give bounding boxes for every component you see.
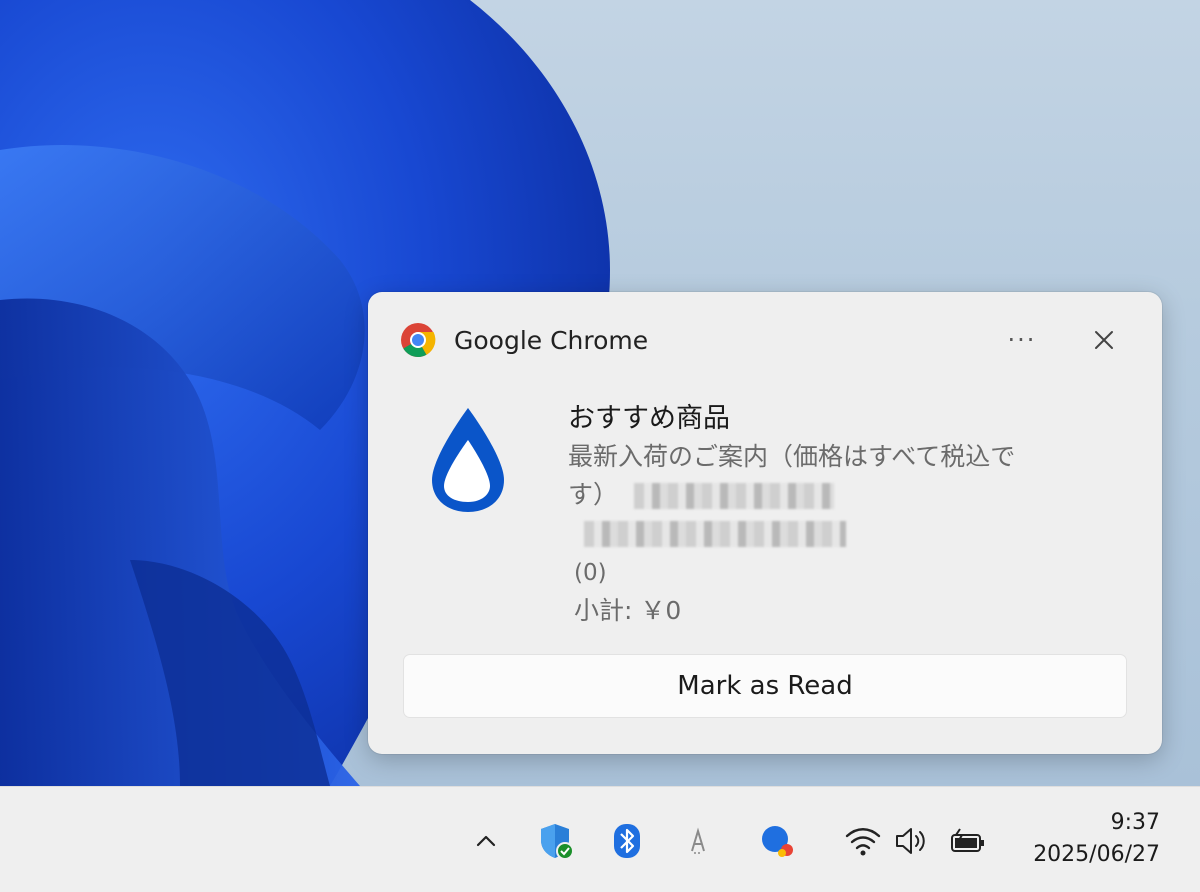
tray-battery[interactable] — [948, 821, 988, 861]
tray-bluetooth[interactable] — [607, 821, 647, 861]
cart-count: (0) — [574, 560, 607, 586]
battery-icon — [951, 828, 984, 852]
wifi-icon — [845, 828, 881, 856]
app-name: Google Chrome — [454, 325, 649, 355]
more-options-icon: ··· — [1007, 326, 1037, 354]
clock-date: 2025/06/27 — [1033, 842, 1160, 867]
volume-icon — [896, 828, 925, 854]
close-icon — [1095, 331, 1113, 349]
tray-app-status[interactable] — [758, 821, 798, 861]
ime-icon — [691, 827, 705, 854]
notification-message-line2-text: す） — [568, 480, 619, 509]
clock-time: 9:37 — [1110, 810, 1160, 835]
more-options-button[interactable]: ··· — [1002, 320, 1042, 360]
bluetooth-icon — [614, 824, 640, 858]
show-hidden-icons-button[interactable] — [466, 821, 506, 861]
notification-header: Google Chrome — [400, 322, 648, 358]
redacted-text — [584, 521, 846, 547]
chevron-up-icon — [476, 835, 496, 847]
taskbar-clock[interactable]: 9:37 2025/06/27 — [1000, 807, 1160, 871]
water-drop-icon — [432, 408, 504, 512]
close-button[interactable] — [1084, 320, 1124, 360]
notification-message-line2: す） — [568, 476, 1108, 552]
tray-volume[interactable] — [893, 821, 933, 861]
app-status-icon — [762, 826, 793, 857]
chrome-icon — [401, 323, 436, 357]
tray-ime[interactable] — [678, 821, 718, 861]
notification-message-line1: 最新入荷のご案内（価格はすべて税込で — [568, 442, 1016, 471]
tray-network[interactable] — [843, 821, 883, 861]
chrome-notification[interactable]: Google Chrome ··· おすすめ商品 最新入荷のご案内（価格はすべて… — [368, 292, 1162, 754]
taskbar: 9:37 2025/06/27 — [0, 786, 1200, 892]
tray-windows-security[interactable] — [537, 821, 577, 861]
windows-security-icon — [541, 824, 574, 860]
redacted-text — [634, 483, 835, 509]
notification-body: おすすめ商品 最新入荷のご案内（価格はすべて税込で す） (0) 小計: ￥0 — [568, 400, 1108, 630]
notification-title: おすすめ商品 — [568, 403, 730, 434]
mark-as-read-button[interactable]: Mark as Read — [403, 654, 1127, 718]
subtotal: 小計: ￥0 — [574, 596, 682, 625]
